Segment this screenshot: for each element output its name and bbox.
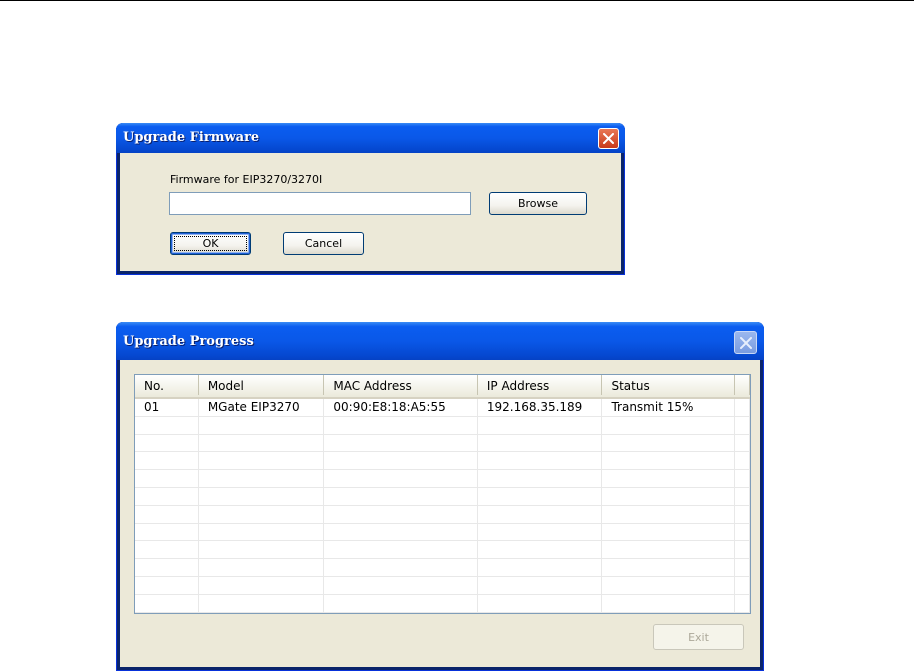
- exit-button-label: Exit: [688, 630, 709, 644]
- list-row-empty: [135, 523, 750, 542]
- list-row-empty: [135, 594, 750, 613]
- dialog-title-bar[interactable]: Upgrade Progress: [116, 322, 764, 360]
- close-button[interactable]: [598, 128, 619, 149]
- close-icon: [603, 133, 614, 144]
- dialog-title: Upgrade Progress: [123, 334, 254, 349]
- cell-no: 01: [135, 399, 199, 416]
- ok-button[interactable]: OK: [170, 232, 251, 255]
- list-rows: 01 MGate EIP3270 00:90:E8:18:A5:55 192.1…: [135, 399, 750, 613]
- dialog-title-bar[interactable]: Upgrade Firmware: [116, 123, 625, 153]
- column-header-filler: [735, 375, 750, 395]
- list-row-empty: [135, 505, 750, 524]
- list-row-empty: [135, 487, 750, 506]
- column-header-ip-address[interactable]: IP Address: [478, 375, 603, 395]
- dialog-body: Firmware for EIP3270/3270I Browse OK Can…: [120, 153, 621, 271]
- column-header-no[interactable]: No.: [135, 375, 199, 395]
- cell-ip-address: 192.168.35.189: [478, 399, 603, 416]
- dialog-title: Upgrade Firmware: [123, 130, 260, 145]
- cell-mac-address: 00:90:E8:18:A5:55: [324, 399, 478, 416]
- page-top-rule: [0, 0, 914, 1]
- dialog-body: No. Model MAC Address IP Address Status …: [120, 360, 760, 667]
- focus-ring: [174, 236, 247, 251]
- list-row-empty: [135, 452, 750, 471]
- cell-model: MGate EIP3270: [199, 399, 325, 416]
- column-header-model[interactable]: Model: [199, 375, 325, 395]
- browse-button-label: Browse: [517, 197, 559, 210]
- exit-button[interactable]: Exit: [653, 624, 744, 650]
- list-row-empty: [135, 576, 750, 595]
- list-row[interactable]: 01 MGate EIP3270 00:90:E8:18:A5:55 192.1…: [135, 399, 750, 417]
- list-row-empty: [135, 470, 750, 488]
- cell-status: Transmit 15%: [602, 399, 736, 416]
- list-row-empty: [135, 434, 750, 453]
- cell-filler: [735, 399, 750, 416]
- column-header-mac-address[interactable]: MAC Address: [324, 375, 478, 395]
- cancel-button[interactable]: Cancel: [283, 232, 364, 255]
- upgrade-firmware-dialog: Upgrade Firmware Firmware for EIP3270/32…: [116, 123, 625, 275]
- list-row-empty: [135, 416, 750, 435]
- list-row-empty: [135, 559, 750, 577]
- firmware-label: Firmware for EIP3270/3270I: [170, 173, 323, 186]
- browse-button[interactable]: Browse: [489, 192, 587, 215]
- cancel-button-label: Cancel: [304, 237, 343, 250]
- firmware-path-input[interactable]: [169, 192, 471, 215]
- close-icon: [739, 336, 752, 349]
- device-list[interactable]: No. Model MAC Address IP Address Status …: [134, 374, 751, 614]
- list-header: No. Model MAC Address IP Address Status: [135, 375, 750, 399]
- upgrade-progress-dialog: Upgrade Progress No. Model MAC Address I…: [116, 322, 764, 671]
- column-header-status[interactable]: Status: [602, 375, 736, 395]
- list-row-empty: [135, 612, 750, 613]
- close-button-disabled: [734, 331, 757, 354]
- list-row-empty: [135, 541, 750, 560]
